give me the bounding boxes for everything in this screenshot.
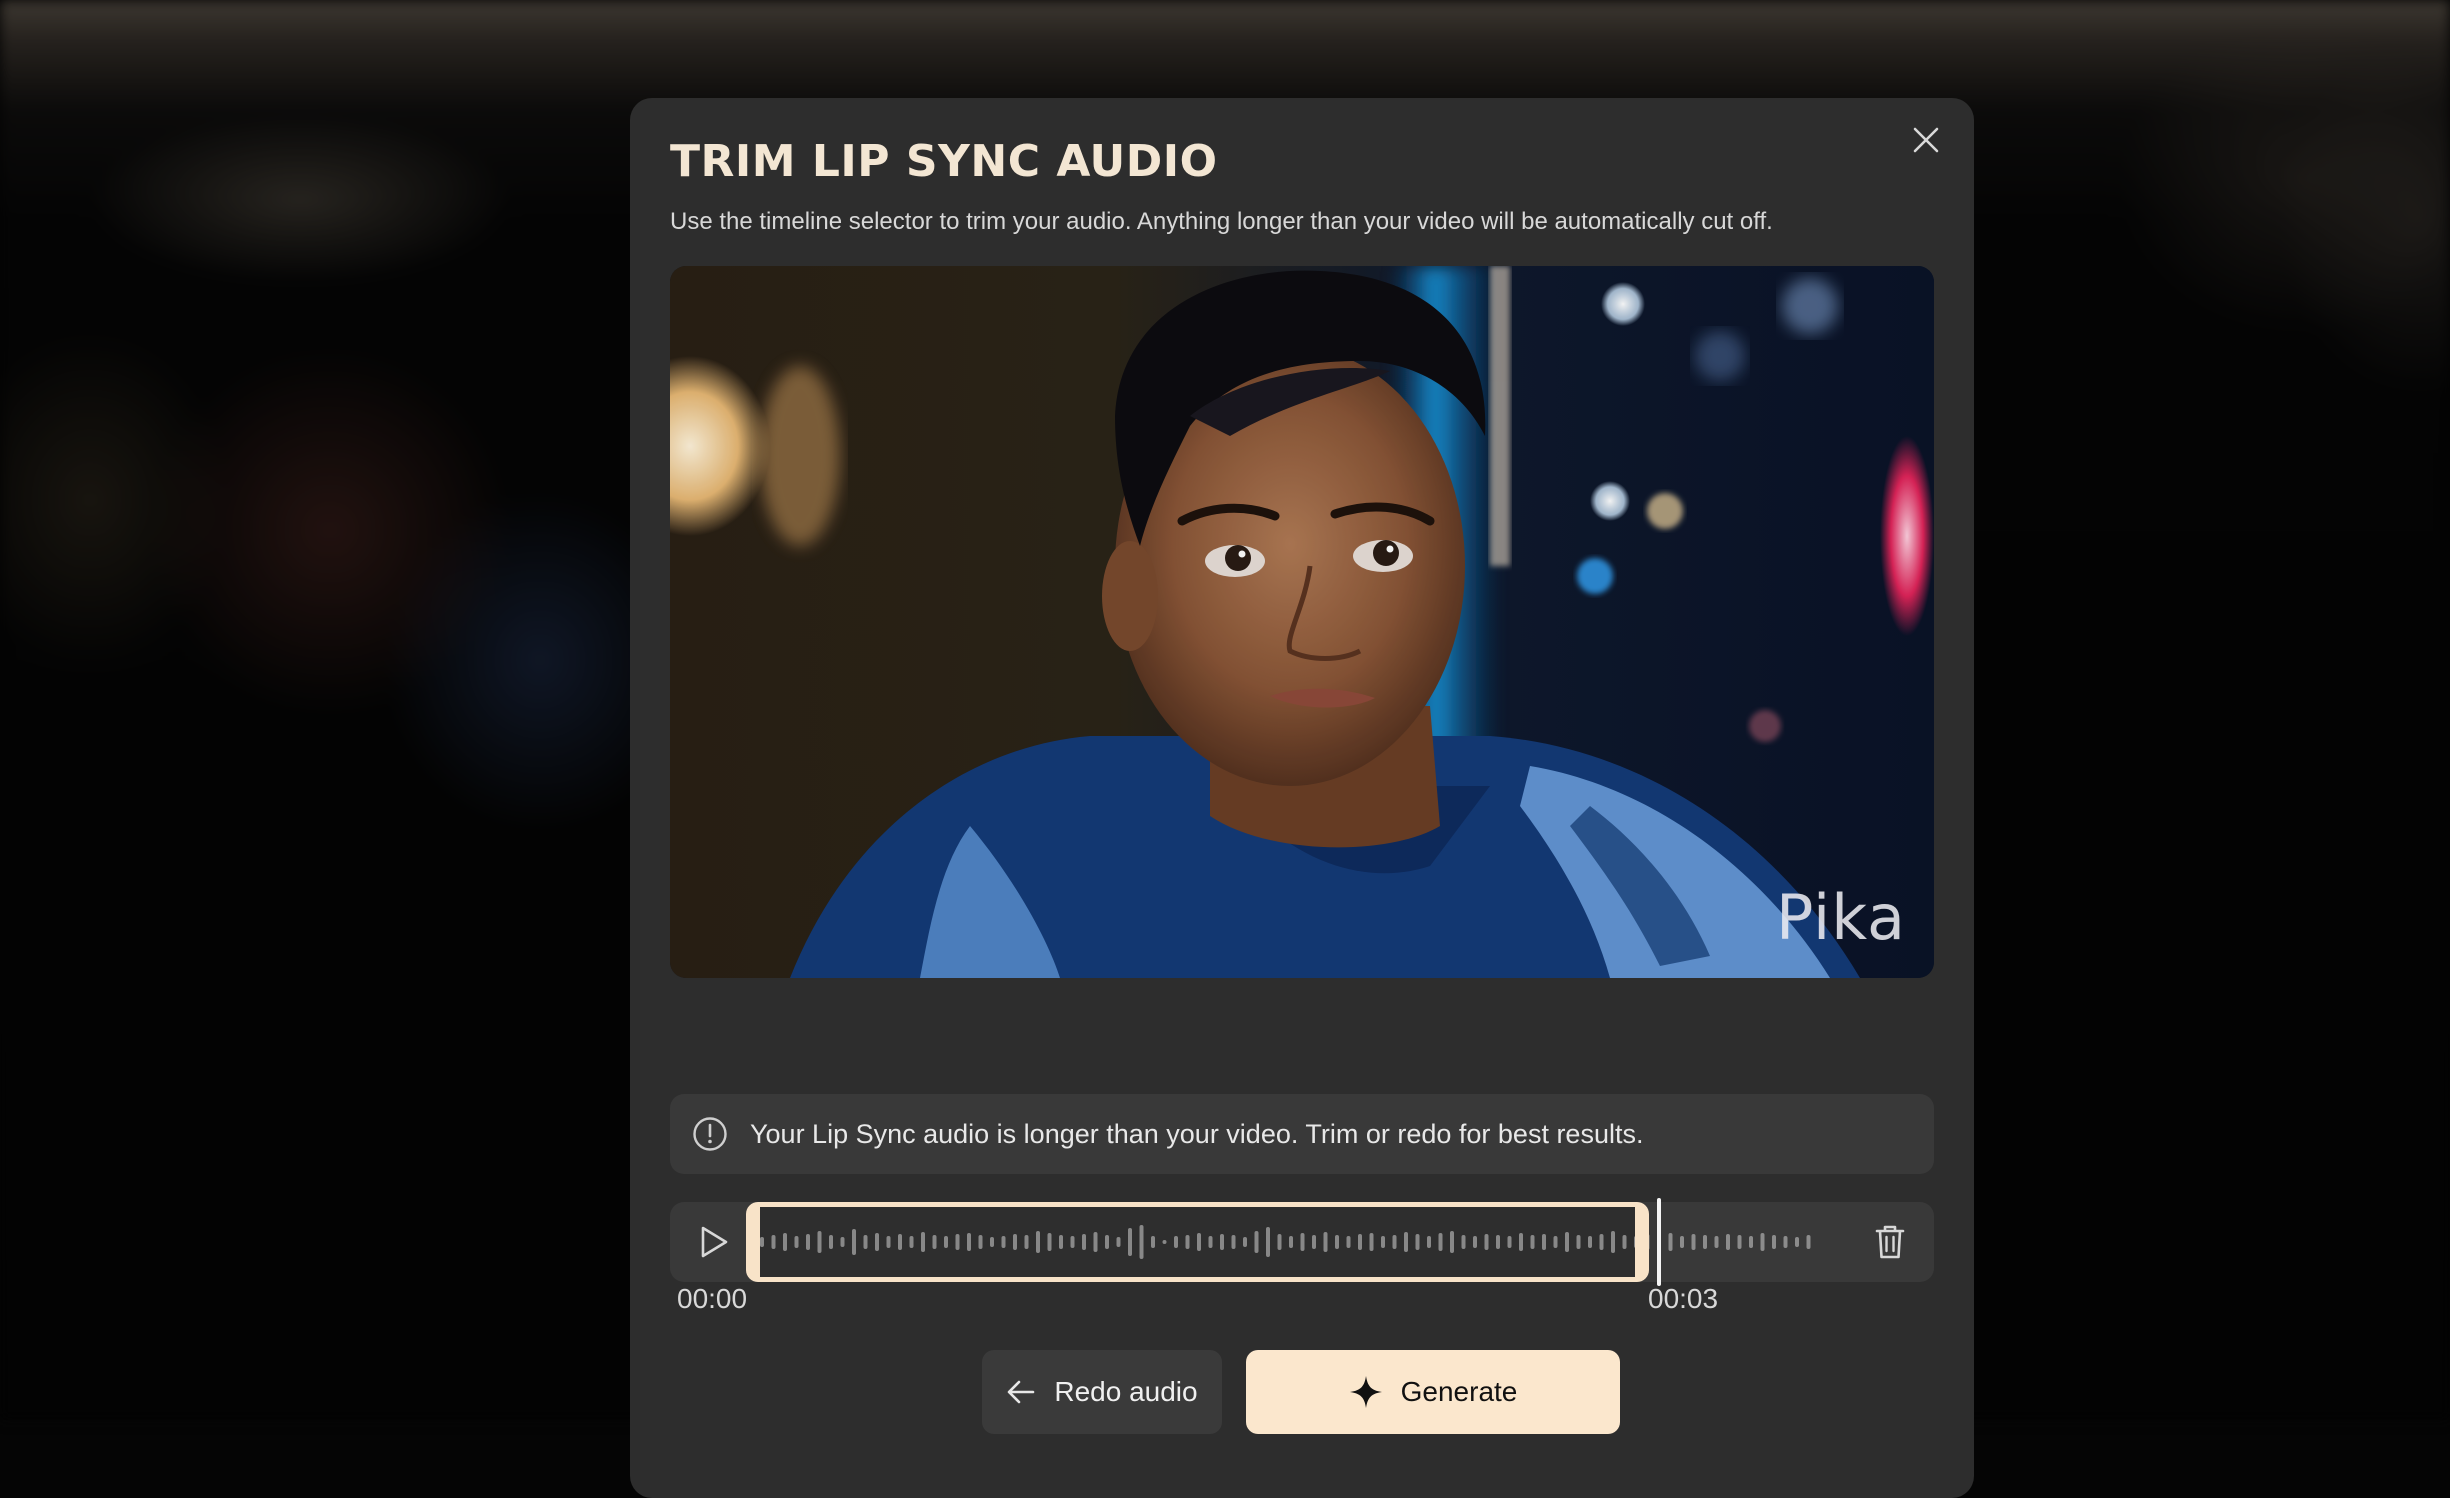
trim-start-time: 00:00 <box>677 1283 747 1315</box>
waveform-bar <box>1772 1235 1776 1249</box>
playhead[interactable] <box>1657 1198 1661 1286</box>
audio-timeline[interactable] <box>670 1202 1934 1282</box>
waveform-bar <box>1795 1237 1799 1247</box>
waveform-bar <box>1726 1234 1730 1250</box>
pika-watermark: Pika <box>1776 881 1906 954</box>
trim-selection[interactable] <box>746 1202 1649 1282</box>
video-preview[interactable]: Pika <box>670 266 1934 978</box>
alert-circle-icon <box>692 1116 728 1152</box>
play-icon <box>699 1225 729 1259</box>
close-button[interactable] <box>1902 116 1950 164</box>
redo-audio-label: Redo audio <box>1054 1376 1197 1408</box>
generate-button[interactable]: Generate <box>1246 1350 1620 1434</box>
trash-icon <box>1874 1223 1906 1261</box>
waveform-bar <box>1761 1233 1765 1251</box>
waveform-bar <box>1680 1236 1684 1248</box>
arrow-left-icon <box>1006 1379 1036 1405</box>
redo-audio-button[interactable]: Redo audio <box>982 1350 1222 1434</box>
close-icon <box>1912 126 1940 154</box>
delete-audio-button[interactable] <box>1868 1220 1912 1264</box>
waveform-bar <box>1715 1236 1719 1248</box>
waveform-bar <box>1738 1235 1742 1249</box>
sparkle-icon <box>1349 1375 1383 1409</box>
modal-title: TRIM LIP SYNC AUDIO <box>670 136 1218 187</box>
generate-label: Generate <box>1401 1376 1518 1408</box>
waveform-bar <box>1692 1234 1696 1250</box>
warning-banner: Your Lip Sync audio is longer than your … <box>670 1094 1934 1174</box>
waveform-bar <box>1807 1235 1811 1249</box>
video-frame <box>670 266 1934 978</box>
warning-text: Your Lip Sync audio is longer than your … <box>750 1119 1643 1150</box>
waveform-bar <box>1703 1235 1707 1249</box>
waveform-bar <box>1784 1236 1788 1248</box>
play-button[interactable] <box>692 1220 736 1264</box>
trim-audio-modal: TRIM LIP SYNC AUDIO Use the timeline sel… <box>630 98 1974 1498</box>
waveform-bar <box>1669 1233 1673 1251</box>
waveform-bar <box>1749 1236 1753 1248</box>
modal-subtitle: Use the timeline selector to trim your a… <box>670 208 1773 236</box>
trim-end-time: 00:03 <box>1648 1283 1718 1315</box>
